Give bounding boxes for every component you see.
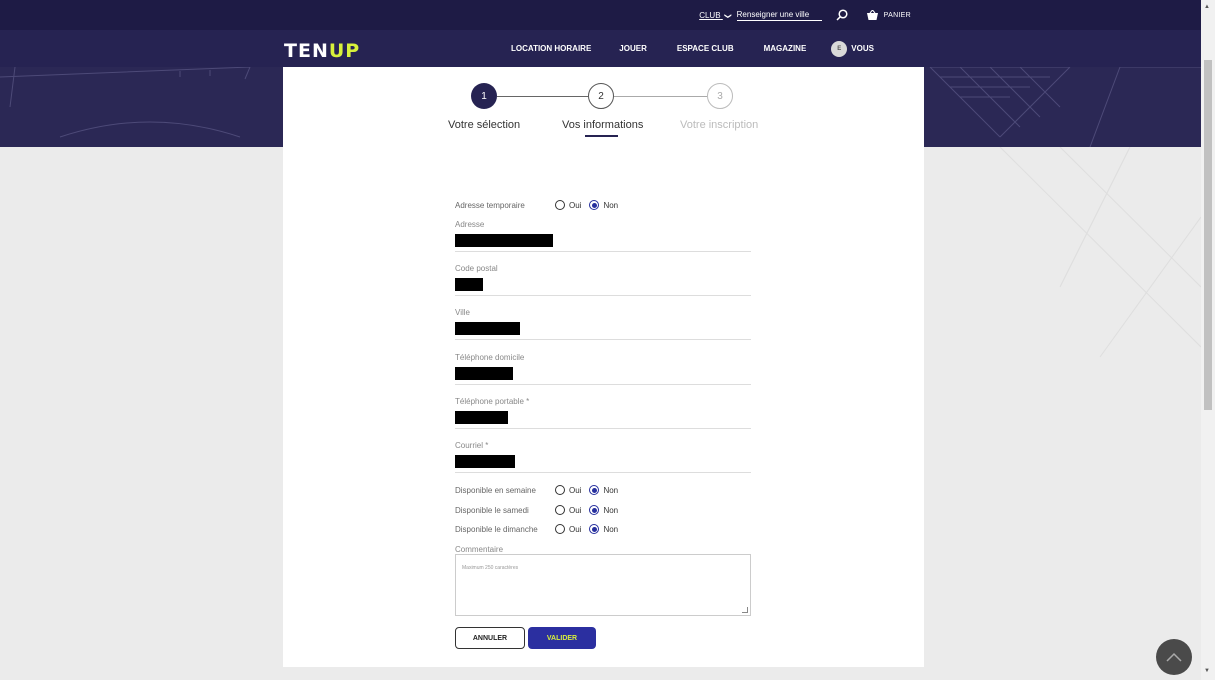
avatar: E [831,40,848,57]
active-step-underline [585,135,618,137]
scroll-down-arrow-icon[interactable]: ▼ [1204,668,1210,674]
field-underline [455,339,751,340]
stepper-line-2 [614,96,707,97]
comment-textarea[interactable]: Maximum 250 caractères [455,554,751,616]
logo-text-ten: TEN [284,40,329,62]
page-scrollbar[interactable]: ▲ ▼ [1201,0,1215,680]
field-underline [455,384,751,385]
city-field[interactable]: Ville [455,308,751,340]
nav-item-espace-club[interactable]: ESPACE CLUB [677,44,734,53]
top-utility-bar: CLUB ❯ Renseigner une ville PANIER [0,0,1201,30]
temp-address-non-radio[interactable] [589,200,600,210]
field-underline [455,251,751,252]
field-underline [455,472,751,473]
available-sunday-label: Disponible le dimanche [455,524,538,534]
nav-item-location-horaire[interactable]: LOCATION HORAIRE [511,44,591,53]
club-label: CLUB [699,10,721,20]
club-selector[interactable]: CLUB ❯ [699,10,731,20]
postal-code-field[interactable]: Code postal [455,264,751,296]
saturday-non-radio[interactable] [589,505,600,515]
step-1-label[interactable]: Votre sélection [448,119,520,131]
home-phone-label: Téléphone domicile [455,353,525,362]
available-sunday-row: Disponible le dimanche Oui Non [455,524,626,534]
basket-label[interactable]: PANIER [884,12,911,19]
comment-label: Commentaire [455,545,504,554]
option-non-label: Non [603,200,619,210]
comment-placeholder: Maximum 250 caractères [462,565,519,571]
available-weekday-label: Disponible en semaine [455,485,536,495]
mobile-phone-field[interactable]: Téléphone portable * [455,397,751,429]
step-2-label[interactable]: Vos informations [562,119,643,131]
temp-address-row: Adresse temporaire Oui Non [455,200,626,210]
option-oui-label: Oui [569,524,582,534]
city-search-input[interactable]: Renseigner une ville [736,10,822,21]
submit-button[interactable]: VALIDER [528,627,596,649]
temp-address-oui-radio[interactable] [555,200,565,210]
main-navbar: TENUP LOCATION HORAIRE JOUER ESPACE CLUB… [0,30,1201,67]
registration-card: 1 2 3 Votre sélection Vos informations V… [283,67,924,667]
scrollbar-thumb[interactable] [1204,60,1212,410]
search-icon[interactable] [836,9,848,21]
city-label: Ville [455,308,470,317]
address-value-redacted[interactable] [455,234,553,247]
option-non-label: Non [603,485,619,495]
option-non-label: Non [603,524,619,534]
basket-icon[interactable] [866,9,879,21]
sunday-oui-radio[interactable] [555,524,565,534]
nav-item-vous[interactable]: E VOUS [831,40,874,57]
step-3-label: Votre inscription [680,119,759,131]
option-oui-label: Oui [569,200,582,210]
field-underline [455,428,751,429]
nav-item-jouer[interactable]: JOUER [619,44,647,53]
option-oui-label: Oui [569,505,582,515]
stepper-line-1 [497,96,588,97]
logo-text-up: UP [328,40,361,62]
nav-item-magazine[interactable]: MAGAZINE [764,44,807,53]
weekday-oui-radio[interactable] [555,485,565,495]
available-weekday-row: Disponible en semaine Oui Non [455,485,626,495]
nav-vous-label: VOUS [851,44,874,53]
chevron-down-icon: ❯ [723,12,731,19]
saturday-oui-radio[interactable] [555,505,565,515]
available-saturday-label: Disponible le samedi [455,505,529,515]
weekday-non-radio[interactable] [589,485,600,495]
option-oui-label: Oui [569,485,582,495]
sunday-non-radio[interactable] [589,524,600,534]
resize-grip-icon[interactable] [742,607,748,613]
available-saturday-row: Disponible le samedi Oui Non [455,505,626,515]
cancel-button[interactable]: ANNULER [455,627,525,649]
city-value-redacted[interactable] [455,322,520,335]
home-phone-value-redacted[interactable] [455,367,513,380]
temp-address-label: Adresse temporaire [455,200,525,210]
email-label: Courriel * [455,441,489,450]
home-phone-field[interactable]: Téléphone domicile [455,353,751,385]
email-value-redacted[interactable] [455,455,515,468]
address-field[interactable]: Adresse [455,220,751,252]
step-2-circle[interactable]: 2 [588,83,614,109]
step-3-circle: 3 [707,83,733,109]
step-1-circle[interactable]: 1 [471,83,497,109]
mobile-phone-value-redacted[interactable] [455,411,508,424]
address-label: Adresse [455,220,485,229]
back-to-top-button[interactable] [1156,639,1192,675]
postal-code-label: Code postal [455,264,498,273]
mobile-phone-label: Téléphone portable * [455,397,530,406]
option-non-label: Non [603,505,619,515]
field-underline [455,295,751,296]
chevron-up-icon [1166,652,1182,662]
nav-menu: LOCATION HORAIRE JOUER ESPACE CLUB MAGAZ… [511,30,874,67]
email-field[interactable]: Courriel * [455,441,751,473]
postal-code-value-redacted[interactable] [455,278,483,291]
tenup-logo[interactable]: TENUP [284,40,360,62]
scroll-up-arrow-icon[interactable]: ▲ [1204,4,1210,10]
